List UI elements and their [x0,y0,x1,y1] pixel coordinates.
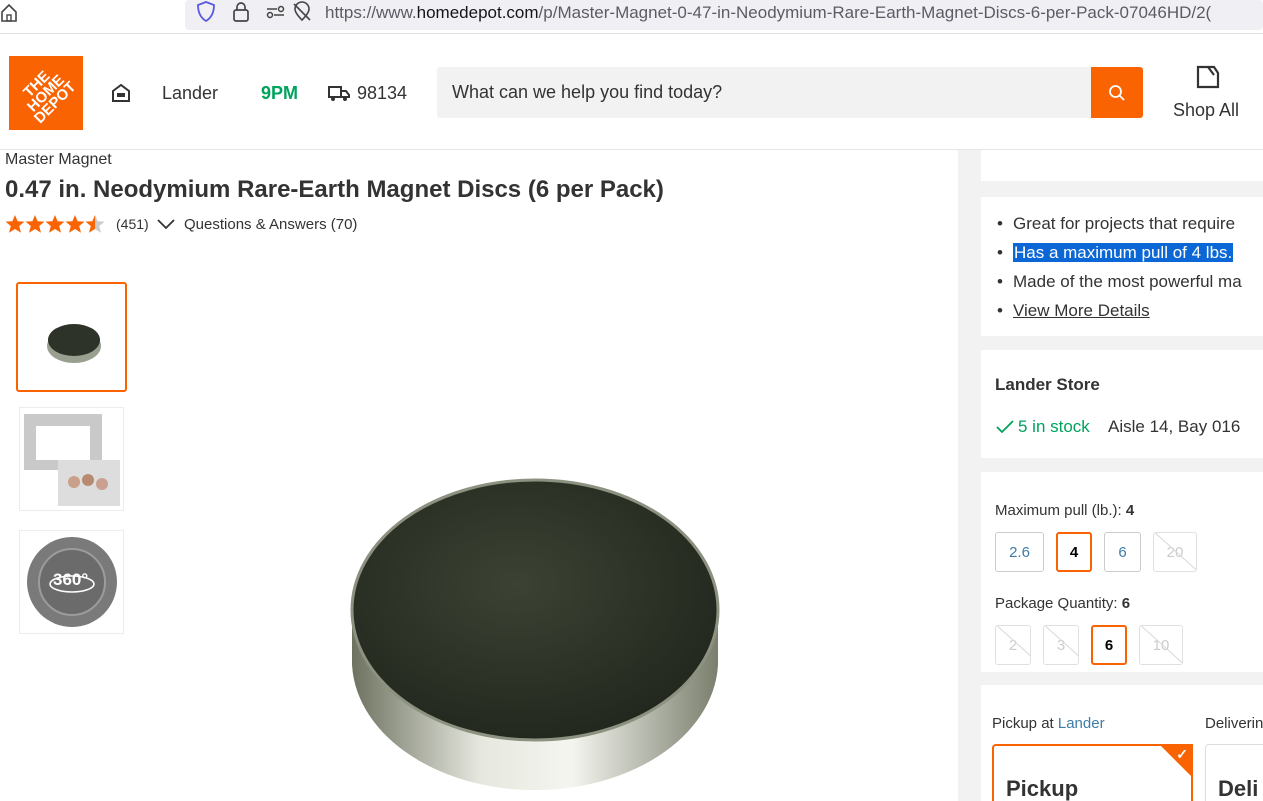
store-name-link[interactable]: Lander [162,83,218,104]
delivery-zip[interactable]: 98134 [357,83,407,104]
store-hours[interactable]: 9PM [261,83,298,104]
browser-url-bar: https://www.homedepot.com/p/Master-Magne… [0,0,1263,34]
checkmark-icon: ✓ [1176,746,1188,762]
product-title: 0.47 in. Neodymium Rare-Earth Magnet Dis… [5,176,664,203]
lock-icon[interactable] [229,0,253,24]
shop-all-icon[interactable] [1194,63,1220,91]
view-360-label: 360° [53,570,89,589]
product-main-image[interactable] [340,470,730,801]
pull-option-selected[interactable]: 4 [1056,532,1092,572]
delivery-option-card[interactable]: Deli [1205,744,1263,801]
pickup-label: Pickup [1006,776,1079,801]
store-title[interactable]: Lander Store [995,375,1100,395]
check-icon [996,420,1014,434]
questions-answers-link[interactable]: Questions & Answers (70) [184,216,357,233]
highlight-item: View More Details [997,300,1263,329]
pull-option-unavailable[interactable]: 20 [1153,532,1197,572]
photo-frame-thumb-image [24,414,120,506]
store-card [981,350,1263,458]
truck-icon[interactable] [328,84,350,102]
thumbnail-magnet[interactable] [16,282,127,392]
package-quantity-label: Package Quantity: 6 [995,595,1131,612]
price-card [981,150,1263,181]
site-header: THE HOME DEPOT Lander 9PM 98134 Shop All [0,34,1263,150]
shop-all-button[interactable]: Shop All [1173,100,1239,121]
aisle-location: Aisle 14, Bay 016 [1108,417,1241,436]
delivery-label: Deli [1218,776,1259,801]
search-input[interactable] [437,67,1091,118]
view-more-details-link[interactable]: View More Details [1013,301,1150,320]
home-depot-logo[interactable]: THE HOME DEPOT [9,56,83,130]
max-pull-label: Maximum pull (lb.): 4 [995,502,1135,519]
home-icon[interactable] [0,2,18,24]
url-text[interactable]: https://www.homedepot.com/p/Master-Magne… [325,3,1211,23]
pickup-option-card[interactable]: ✓ Pickup [992,744,1193,801]
delivering-text: Deliverin [1205,715,1263,732]
thumbnail-360-view[interactable]: 360° [19,530,124,634]
shield-icon[interactable] [194,0,218,24]
qty-option-unavailable[interactable]: 10 [1139,625,1183,665]
qty-option-unavailable[interactable]: 2 [995,625,1031,665]
magnet-thumb-image [47,324,101,363]
search-icon [1109,84,1125,101]
highlight-item: Made of the most powerful ma [997,271,1263,300]
product-brand[interactable]: Master Magnet [5,151,112,169]
pickup-store-link[interactable]: Lander [1058,715,1105,732]
highlights-list: Great for projects that require Has a ma… [997,213,1263,329]
search-button[interactable] [1091,67,1143,118]
rating-count[interactable]: (451) [116,216,149,232]
rating-stars-icon[interactable] [5,213,107,235]
pull-option[interactable]: 6 [1104,532,1141,572]
qty-option-unavailable[interactable]: 3 [1043,625,1079,665]
store-icon[interactable] [111,83,131,103]
thumbnail-photo-frame[interactable] [19,407,124,511]
pickup-at-text: Pickup at Lander [992,715,1105,732]
stock-status: 5 in stock [1018,417,1090,436]
qty-option-selected[interactable]: 6 [1091,625,1127,665]
pull-option[interactable]: 2.6 [995,532,1044,572]
chevron-down-icon[interactable] [156,217,176,231]
permissions-icon[interactable] [264,0,288,24]
highlight-item: Has a maximum pull of 4 lbs. [997,242,1263,271]
highlight-item: Great for projects that require [997,213,1263,242]
product-page: https://www.homedepot.com/p/Master-Magne… [0,0,1263,801]
tracking-protection-icon[interactable] [290,0,314,24]
